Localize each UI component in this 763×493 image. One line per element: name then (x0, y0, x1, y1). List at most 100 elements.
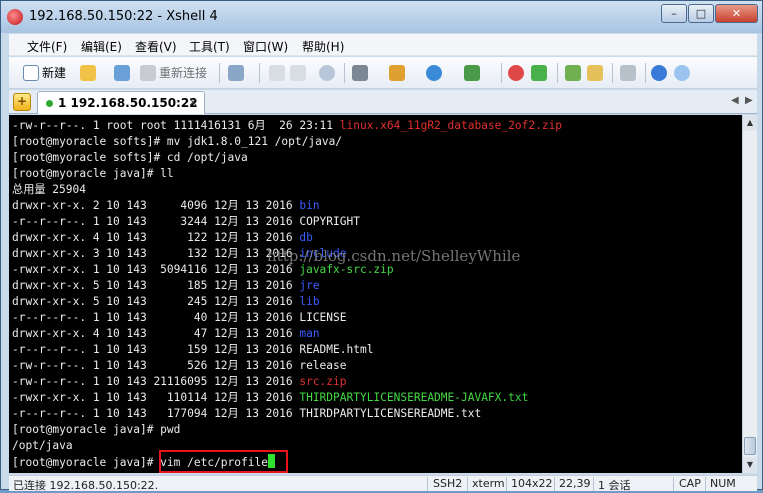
terminal-line: drwxr-xr-x. 4 10 143 47 12月 13 2016 man (12, 326, 320, 342)
paste-icon[interactable] (290, 65, 306, 81)
terminal-text: drwxr-xr-x. 4 10 143 47 12月 13 2016 (12, 327, 300, 340)
menu-tools[interactable]: 工具(T) (189, 38, 230, 55)
tab-scroll-left-icon[interactable]: ◀ (731, 95, 739, 106)
xshell-logo-icon (7, 9, 23, 25)
tab-label[interactable]: 1 192.168.50.150:22 (58, 96, 198, 110)
terminal-text: [root@myoracle softs]# mv jdk1.8.0_121 /… (12, 135, 343, 148)
print-icon[interactable] (352, 65, 368, 81)
status-separator (506, 477, 507, 491)
terminal-text: [root@myoracle softs]# cd /opt/java (12, 151, 248, 164)
minimize-button[interactable]: – (661, 4, 687, 23)
terminal-line: [root@myoracle softs]# cd /opt/java (12, 150, 248, 166)
tab-close-icon[interactable]: × (188, 95, 198, 109)
toolbar-separator (501, 63, 502, 83)
terminal-line: -r--r--r--. 1 10 143 3244 12月 13 2016 CO… (12, 214, 360, 230)
terminal-text: linux.x64_11gR2_database_2of2.zip (339, 119, 563, 132)
toolbar-separator (645, 63, 646, 83)
toolbar-separator (259, 63, 260, 83)
terminal-text: bin (299, 199, 320, 212)
connection-status: 已连接 192.168.50.150:22. (13, 479, 159, 492)
terminal-text: [root@myoracle java]# ll (12, 167, 174, 180)
keyboard-icon[interactable] (620, 65, 636, 81)
terminal-line: drwxr-xr-x. 5 10 143 185 12月 13 2016 jre (12, 278, 320, 294)
terminal-text: -rwxr-xr-x. 1 10 143 5094116 12月 13 2016 (12, 263, 300, 276)
terminal-line: -rw-r--r--. 1 10 143 21116095 12月 13 201… (12, 374, 347, 390)
maximize-button[interactable]: □ (688, 4, 714, 23)
connect-icon[interactable] (114, 65, 130, 81)
globe-icon[interactable] (426, 65, 442, 81)
watermark-text: http://blog.csdn.net/ShelleyWhile (267, 247, 521, 265)
chat-icon[interactable] (674, 65, 690, 81)
menu-edit[interactable]: 编辑(E) (81, 38, 122, 55)
num-lock-status: NUM (710, 477, 736, 490)
terminal-output[interactable]: -rw-r--r--. 1 root root 1111416131 6月 26… (9, 115, 742, 473)
terminal-line: drwxr-xr-x. 2 10 143 4096 12月 13 2016 bi… (12, 198, 320, 214)
tab-scroll-right-icon[interactable]: ▶ (745, 95, 753, 106)
terminal-text: db (299, 231, 313, 244)
help-icon[interactable] (651, 65, 667, 81)
terminal-line: drwxr-xr-x. 4 10 143 122 12月 13 2016 db (12, 230, 313, 246)
status-separator (593, 477, 594, 491)
protocol-status: SSH2 (433, 477, 463, 490)
tab-session[interactable]: 1 192.168.50.150:22 × (37, 91, 205, 114)
caps-lock-status: CAP (679, 477, 701, 490)
properties-icon[interactable] (228, 65, 244, 81)
terminal-text: src.zip (299, 375, 347, 388)
xshell-icon[interactable] (508, 65, 524, 81)
reconnect-button[interactable]: 重新连接 (159, 64, 207, 82)
fullscreen-icon[interactable] (565, 65, 581, 81)
terminal-line: -r--r--r--. 1 10 143 177094 12月 13 2016 … (12, 406, 481, 422)
terminal-text: drwxr-xr-x. 3 10 143 132 12月 13 2016 (12, 247, 300, 260)
transfer-icon[interactable] (389, 65, 405, 81)
terminal-line: [root@myoracle java]# pwd (12, 422, 180, 438)
sessions-status: 1 会话 (598, 479, 631, 492)
find-icon[interactable] (319, 65, 335, 81)
terminal-line: 总用量 25904 (12, 182, 86, 198)
status-separator (427, 477, 428, 491)
scrollbar-thumb[interactable] (744, 437, 756, 455)
terminal-scrollbar[interactable]: ▲ ▼ (742, 115, 757, 473)
terminal-line: [root@myoracle java]# ll (12, 166, 174, 182)
open-folder-icon[interactable] (80, 65, 96, 81)
terminal-text: /opt/java (12, 439, 73, 452)
toolbar-separator (612, 63, 613, 83)
terminal-size-status: 104x22 (511, 477, 553, 490)
reconnect-icon[interactable] (140, 65, 156, 81)
terminal-line: -r--r--r--. 1 10 143 159 12月 13 2016 REA… (12, 342, 373, 358)
terminal-text: jre (299, 279, 320, 292)
terminal-text: -rw-r--r--. 1 10 143 526 12月 13 2016 rel… (12, 359, 347, 372)
terminal-text: 总用量 25904 (12, 183, 86, 196)
title-bar: 192.168.50.150:22 - Xshell 4 – □ ✕ (1, 1, 762, 33)
connected-status-icon (46, 100, 53, 107)
command-highlight-box (159, 450, 288, 473)
terminal-text: -rw-r--r--. 1 10 143 21116095 12月 13 201… (12, 375, 300, 388)
toolbar-separator (219, 63, 220, 83)
terminal-text: -r--r--r--. 1 10 143 40 12月 13 2016 LICE… (12, 311, 347, 324)
terminal-line: [root@myoracle softs]# mv jdk1.8.0_121 /… (12, 134, 342, 150)
menu-help[interactable]: 帮助(H) (302, 38, 344, 55)
script-icon[interactable] (464, 65, 480, 81)
terminal-text: -rw-r--r--. 1 root root 1111416131 6月 26… (12, 119, 340, 132)
menu-view[interactable]: 查看(V) (135, 38, 177, 55)
terminal-text: [root@myoracle java]# pwd (12, 423, 181, 436)
close-button[interactable]: ✕ (715, 4, 758, 23)
terminal-text: -r--r--r--. 1 10 143 3244 12月 13 2016 CO… (12, 215, 360, 228)
new-tab-button[interactable]: + (13, 93, 31, 111)
terminal-line: drwxr-xr-x. 5 10 143 245 12月 13 2016 lib (12, 294, 320, 310)
new-session-icon[interactable] (23, 65, 39, 81)
menu-file[interactable]: 文件(F) (27, 38, 67, 55)
menu-window[interactable]: 窗口(W) (243, 38, 288, 55)
scroll-down-arrow-icon[interactable]: ▼ (743, 457, 757, 473)
new-session-button[interactable]: 新建 (42, 64, 66, 82)
terminal-text: drwxr-xr-x. 2 10 143 4096 12月 13 2016 (12, 199, 300, 212)
copy-icon[interactable] (269, 65, 285, 81)
lock-icon[interactable] (587, 65, 603, 81)
menu-bar: 文件(F) 编辑(E) 查看(V) 工具(T) 窗口(W) 帮助(H) (9, 34, 757, 56)
scroll-up-arrow-icon[interactable]: ▲ (743, 115, 757, 131)
window-title: 192.168.50.150:22 - Xshell 4 (29, 9, 218, 24)
terminal-text: -r--r--r--. 1 10 143 159 12月 13 2016 REA… (12, 343, 374, 356)
terminal-text: drwxr-xr-x. 5 10 143 185 12月 13 2016 (12, 279, 300, 292)
terminal-text: -rwxr-xr-x. 1 10 143 110114 12月 13 2016 (12, 391, 300, 404)
xftp-icon[interactable] (531, 65, 547, 81)
terminal-line: -rw-r--r--. 1 10 143 526 12月 13 2016 rel… (12, 358, 347, 374)
